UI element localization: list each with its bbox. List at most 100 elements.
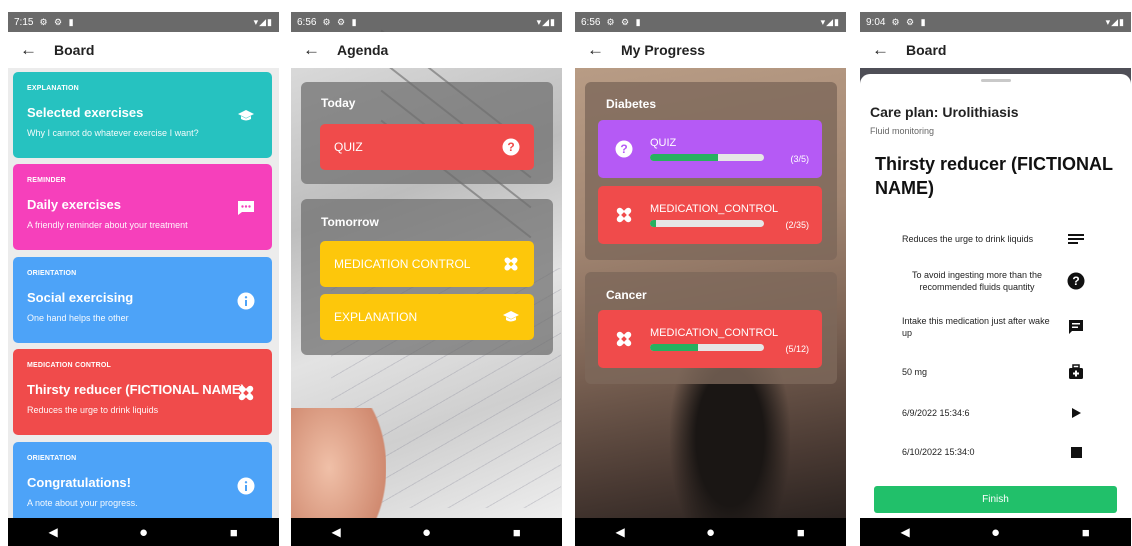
info-icon [236, 291, 256, 311]
nav-recents-icon[interactable]: ■ [219, 525, 249, 540]
agenda-item-explanation[interactable]: EXPLANATION [320, 294, 534, 340]
agenda-item-label: MEDICATION CONTROL [334, 257, 471, 271]
app-bar: ← Board [8, 32, 279, 68]
nav-recents-icon[interactable]: ■ [1071, 525, 1101, 540]
board-card-orientation-2[interactable]: ORIENTATION Congratulations! A note abou… [13, 442, 272, 528]
phone-agenda: 6:56 ⚙ ⚙ ▮ ▾◢▮ ← Agenda Today QUIZ ? Tom… [291, 12, 562, 546]
progress-item-medication-control[interactable]: MEDICATION_CONTROL (5/12) [598, 310, 822, 368]
nav-back-icon[interactable]: ◀ [890, 525, 920, 539]
back-arrow-icon[interactable]: ← [20, 40, 54, 60]
section-label: Today [321, 96, 356, 110]
card-title: Social exercising [27, 290, 134, 305]
nav-back-icon[interactable]: ◀ [321, 525, 351, 539]
board-card-explanation[interactable]: EXPLANATION Selected exercises Why I can… [13, 72, 272, 158]
bottom-sheet[interactable]: Care plan: Urolithiasis Fluid monitoring… [860, 74, 1131, 519]
app-bar: ← Board [860, 32, 1131, 68]
detail-text: 6/10/2022 15:34:0 [902, 447, 975, 457]
status-bar: 6:56 ⚙ ⚙ ▮ ▾◢▮ [575, 12, 846, 32]
nav-home-icon[interactable]: ● [695, 524, 725, 541]
progress-item-quiz[interactable]: ? QUIZ (3/5) [598, 120, 822, 178]
progress-item-medication-control[interactable]: MEDICATION_CONTROL (2/35) [598, 186, 822, 244]
chat-bubble-icon [236, 198, 256, 218]
card-type: REMINDER [27, 177, 66, 184]
board-card-orientation[interactable]: ORIENTATION Social exercising One hand h… [13, 257, 272, 343]
phone-board: 7:15 ⚙ ⚙ ▮ ▾◢▮ ← Board EXPLANATION Selec… [8, 12, 279, 546]
board-card-medication-control[interactable]: MEDICATION CONTROL Thirsty reducer (FICT… [13, 349, 272, 435]
app-bar: ← Agenda [291, 32, 562, 68]
care-plan-subtitle: Fluid monitoring [870, 126, 935, 136]
progress-bar-fill [650, 220, 657, 227]
detail-text: 50 mg [902, 367, 928, 377]
card-title: Thirsty reducer (FICTIONAL NAME) [27, 382, 245, 397]
app-bar: ← My Progress [575, 32, 846, 68]
finish-button[interactable]: Finish [874, 486, 1117, 513]
status-bar: 6:56 ⚙ ⚙ ▮ ▾◢▮ [291, 12, 562, 32]
question-icon: ? [502, 138, 520, 156]
bandage-icon [614, 205, 634, 225]
bandage-icon [614, 329, 634, 349]
status-signal-battery-icons: ▾◢▮ [1105, 16, 1125, 27]
page-title: My Progress [621, 42, 706, 58]
system-nav-bar: ◀ ● ■ [575, 518, 846, 546]
card-subtitle: A note about your progress. [27, 498, 138, 508]
nav-back-icon[interactable]: ◀ [605, 525, 635, 539]
progress-bar-fill [650, 344, 698, 351]
svg-text:?: ? [1072, 274, 1079, 288]
status-notification-icons: ⚙ ⚙ ▮ [891, 16, 928, 27]
nav-home-icon[interactable]: ● [128, 524, 158, 541]
status-time: 7:15 [14, 16, 34, 28]
page-title: Agenda [337, 42, 389, 58]
nav-home-icon[interactable]: ● [411, 524, 441, 541]
progress-count: (5/12) [785, 344, 809, 354]
nav-recents-icon[interactable]: ■ [502, 525, 532, 540]
nav-back-icon[interactable]: ◀ [38, 525, 68, 539]
card-subtitle: Reduces the urge to drink liquids [27, 405, 159, 415]
status-time: 9:04 [866, 16, 886, 28]
back-arrow-icon[interactable]: ← [587, 40, 621, 60]
detail-row-instructions: Intake this medication just after wake u… [902, 312, 1120, 342]
system-nav-bar: ◀ ● ■ [860, 518, 1131, 546]
status-bar: 9:04 ⚙ ⚙ ▮ ▾◢▮ [860, 12, 1131, 32]
back-arrow-icon[interactable]: ← [872, 40, 906, 60]
group-label: Diabetes [606, 97, 657, 111]
card-subtitle: One hand helps the other [27, 313, 129, 323]
nav-recents-icon[interactable]: ■ [786, 525, 816, 540]
status-notification-icons: ⚙ ⚙ ▮ [39, 16, 76, 27]
progress-group-cancer: Cancer MEDICATION_CONTROL (5/12) [585, 272, 837, 384]
bandage-icon [236, 383, 256, 403]
description-lines-icon [1067, 230, 1085, 248]
comment-icon [1067, 318, 1085, 336]
question-icon: ? [1067, 272, 1085, 290]
board-card-reminder[interactable]: REMINDER Daily exercises A friendly remi… [13, 164, 272, 250]
svg-text:?: ? [620, 142, 627, 156]
sheet-drag-handle[interactable] [981, 79, 1011, 82]
agenda-item-label: QUIZ [334, 140, 363, 154]
card-title: Congratulations! [27, 475, 131, 490]
section-label: Tomorrow [321, 215, 379, 229]
stop-icon [1067, 443, 1085, 461]
detail-row-end-date: 6/10/2022 15:34:0 [902, 437, 1120, 467]
agenda-item-label: EXPLANATION [334, 310, 418, 324]
medication-name: Thirsty reducer (FICTIONAL NAME) [875, 154, 1113, 198]
group-label: Cancer [606, 288, 647, 302]
background-photo-notebook: Today QUIZ ? Tomorrow MEDICATION CONTROL… [291, 29, 562, 546]
card-type: EXPLANATION [27, 85, 79, 92]
card-subtitle: A friendly reminder about your treatment [27, 220, 188, 230]
agenda-item-medication-control[interactable]: MEDICATION CONTROL [320, 241, 534, 287]
status-time: 6:56 [297, 16, 317, 28]
board-card-list[interactable]: EXPLANATION Selected exercises Why I can… [8, 68, 279, 528]
nav-home-icon[interactable]: ● [980, 524, 1010, 541]
graduation-cap-icon [236, 106, 256, 126]
status-notification-icons: ⚙ ⚙ ▮ [606, 16, 643, 27]
question-icon: ? [614, 139, 634, 159]
card-title: Selected exercises [27, 105, 144, 120]
play-icon [1067, 404, 1085, 422]
card-type: ORIENTATION [27, 270, 77, 277]
back-arrow-icon[interactable]: ← [303, 40, 337, 60]
system-nav-bar: ◀ ● ■ [291, 518, 562, 546]
detail-text: 6/9/2022 15:34:6 [902, 408, 970, 418]
card-subtitle: Why I cannot do whatever exercise I want… [27, 128, 199, 138]
progress-bar-fill [650, 154, 719, 161]
agenda-item-quiz[interactable]: QUIZ ? [320, 124, 534, 170]
detail-text: Reduces the urge to drink liquids [902, 234, 1034, 244]
